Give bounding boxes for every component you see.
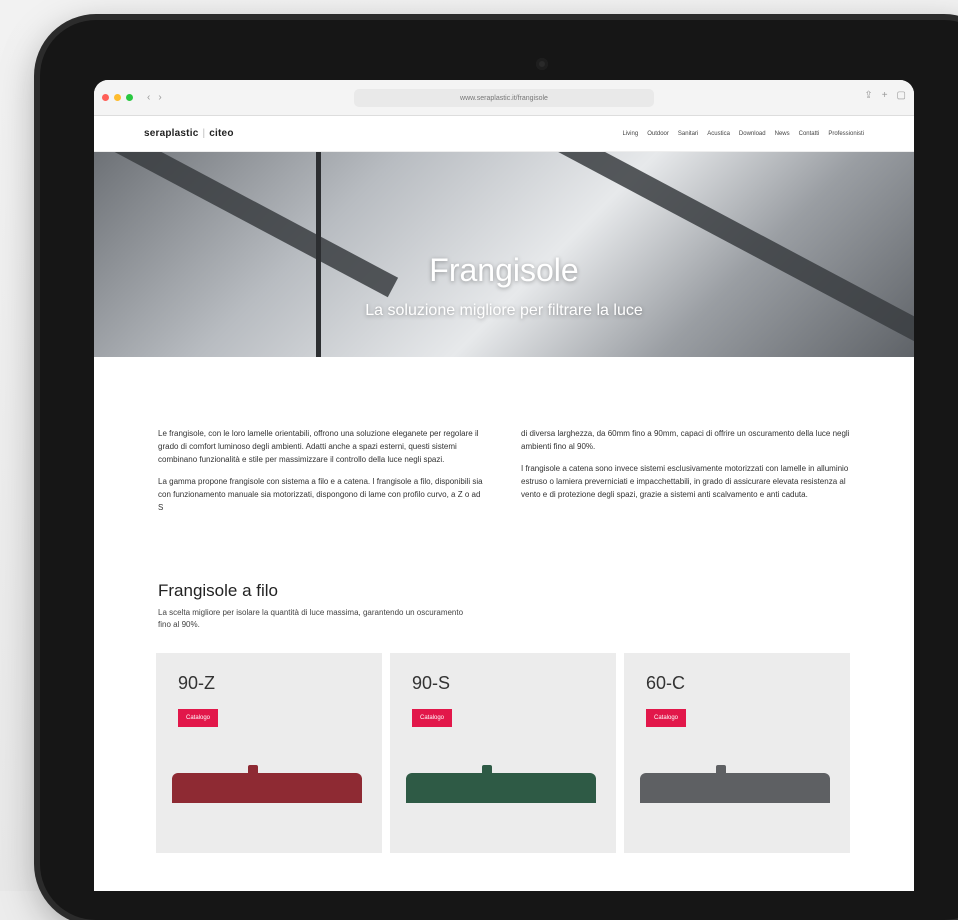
product-card[interactable]: 90-S Catalogo	[390, 653, 616, 853]
camera-icon	[536, 58, 548, 70]
logo-primary: seraplastic	[144, 128, 199, 139]
intro-paragraph: di diversa larghezza, da 60mm fino a 90m…	[521, 429, 850, 451]
product-name: 60-C	[646, 673, 686, 693]
maximize-window-button[interactable]	[126, 94, 133, 101]
site-header: seraplastic | citeo Living Outdoor Sanitar…	[94, 116, 914, 152]
nav-item-living[interactable]: Living	[623, 131, 639, 137]
hero-banner: Frangisole La soluzione migliore per fil…	[94, 152, 914, 357]
share-icon[interactable]: ⇪	[864, 90, 872, 101]
nav-item-sanitari[interactable]: Sanitari	[678, 131, 698, 137]
close-window-button[interactable]	[102, 94, 109, 101]
browser-toolbar: ‹ › www.seraplastic.it/frangisole ⇪ + ▢	[94, 80, 914, 116]
intro-column-right: di diversa larghezza, da 60mm fino a 90m…	[521, 427, 850, 523]
logo-secondary: citeo	[209, 128, 234, 139]
product-image	[406, 765, 596, 803]
product-name: 90-S	[412, 673, 451, 693]
back-button[interactable]: ‹	[147, 92, 150, 103]
intro-text: Le frangisole, con le loro lamelle orien…	[94, 357, 914, 523]
catalog-button[interactable]: Catalogo	[646, 709, 687, 727]
page-title: Frangisole	[429, 252, 579, 288]
window-controls	[102, 94, 133, 101]
site-logo[interactable]: seraplastic | citeo	[144, 128, 234, 139]
logo-separator: |	[202, 128, 206, 139]
nav-item-news[interactable]: News	[775, 131, 790, 137]
nav-item-download[interactable]: Download	[739, 131, 766, 137]
background: ‹ › www.seraplastic.it/frangisole ⇪ + ▢ …	[0, 0, 958, 920]
intro-paragraph: La gamma propone frangisole con sistema …	[158, 477, 483, 512]
section-description: La scelta migliore per isolare la quanti…	[158, 608, 464, 629]
nav-item-acustica[interactable]: Acustica	[707, 131, 730, 137]
url-text: www.seraplastic.it/frangisole	[460, 94, 548, 102]
intro-paragraph: Le frangisole, con le loro lamelle orien…	[158, 429, 479, 464]
forward-button[interactable]: ›	[158, 92, 161, 103]
product-cards: 90-Z Catalogo 90-S Catalogo 60-C Catalog…	[156, 653, 914, 853]
intro-paragraph: I frangisole a catena sono invece sistem…	[521, 464, 849, 499]
main-nav: Living Outdoor Sanitari Acustica Downloa…	[623, 131, 864, 137]
product-card[interactable]: 60-C Catalogo	[624, 653, 850, 853]
catalog-button[interactable]: Catalogo	[412, 709, 453, 727]
nav-item-outdoor[interactable]: Outdoor	[647, 131, 669, 137]
minimize-window-button[interactable]	[114, 94, 121, 101]
product-image	[640, 765, 830, 803]
catalog-button[interactable]: Catalogo	[178, 709, 219, 727]
address-bar[interactable]: www.seraplastic.it/frangisole	[354, 89, 654, 107]
nav-item-contatti[interactable]: Contatti	[799, 131, 820, 137]
page-subtitle: La soluzione migliore per filtrare la lu…	[365, 302, 643, 319]
product-image	[172, 765, 362, 803]
intro-column-left: Le frangisole, con le loro lamelle orien…	[158, 427, 487, 523]
tabs-icon[interactable]: ▢	[897, 90, 906, 101]
new-tab-icon[interactable]: +	[882, 90, 888, 101]
browser-screen: ‹ › www.seraplastic.it/frangisole ⇪ + ▢ …	[94, 80, 914, 891]
section-title: Frangisole a filo	[158, 581, 279, 600]
product-name: 90-Z	[178, 673, 216, 693]
product-card[interactable]: 90-Z Catalogo	[156, 653, 382, 853]
nav-item-professionisti[interactable]: Professionisti	[828, 131, 864, 137]
